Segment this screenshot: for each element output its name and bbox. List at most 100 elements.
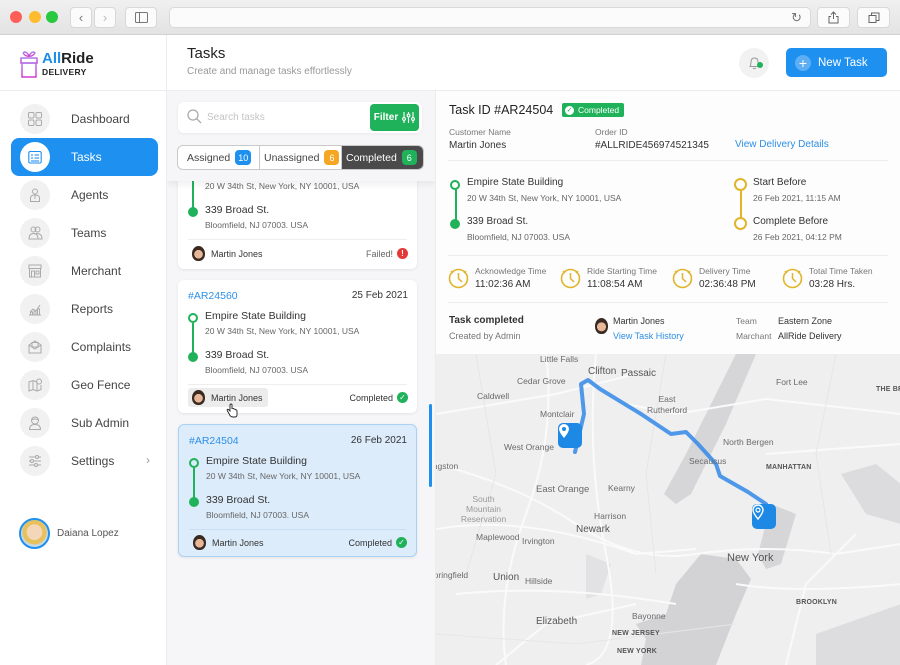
task-date: 25 Feb 2021	[351, 290, 408, 301]
close-window-button[interactable]	[10, 11, 22, 23]
notifications-button[interactable]	[739, 48, 769, 78]
map-label: Montclair	[540, 409, 575, 419]
map-label: Livingston	[436, 461, 459, 471]
view-task-history-link[interactable]: View Task History	[613, 331, 684, 341]
map-label: Maplewood	[476, 532, 520, 542]
complete-before-value: 26 Feb 2021, 04:12 PM	[753, 232, 842, 242]
agent-name: Martin Jones	[211, 248, 263, 259]
tab-label: Completed	[346, 151, 397, 164]
filter-label: Filter	[373, 112, 399, 123]
location-pin-icon	[752, 504, 764, 520]
section-divider	[448, 160, 888, 161]
dropoff-pin[interactable]	[752, 504, 776, 529]
task-card[interactable]: #AR24560 25 Feb 2021 Empire State Buildi…	[178, 280, 417, 418]
agent-icon	[20, 180, 50, 210]
sidebar-item-label: Settings	[71, 454, 115, 468]
filter-sliders-icon	[402, 112, 416, 123]
sidebar-item-tasks[interactable]: Tasks	[11, 138, 158, 176]
tabs-overview-button[interactable]	[857, 7, 890, 28]
map-label: Union	[493, 572, 520, 583]
list-scrollbar[interactable]	[429, 404, 432, 487]
agent-chip[interactable]: Martin Jones	[188, 244, 268, 263]
maximize-window-button[interactable]	[46, 11, 58, 23]
sidebar-item-sub-admin[interactable]: Sub Admin	[11, 404, 158, 442]
sidebar-item-agents[interactable]: Agents	[11, 176, 158, 214]
start-before-value: 26 Feb 2021, 11:15 AM	[753, 193, 841, 203]
address-bar[interactable]: ↻	[169, 7, 811, 28]
sidebar-item-label: Geo Fence	[71, 378, 131, 392]
user-avatar	[19, 518, 50, 549]
timer-value: 11:02:36 AM	[475, 279, 531, 290]
pickup-pin[interactable]	[558, 423, 582, 448]
sidebar-item-merchant[interactable]: Merchant	[11, 252, 158, 290]
page-subtitle: Create and manage tasks effortlessly	[187, 66, 352, 77]
tab-unassigned[interactable]: Unassigned 6	[260, 146, 342, 169]
error-icon: !	[397, 248, 408, 259]
clock-icon	[672, 268, 693, 289]
timer-label: Total Time Taken	[809, 266, 873, 276]
task-status-title: Task completed	[449, 315, 524, 326]
order-id-label: Order ID	[595, 127, 628, 137]
map-label: Little Falls	[540, 354, 579, 364]
sidebar-item-teams[interactable]: Teams	[11, 214, 158, 252]
tab-completed[interactable]: Completed 6	[342, 146, 423, 169]
sidebar-toggle-button[interactable]	[125, 7, 157, 28]
sidebar-item-label: Complaints	[71, 340, 132, 354]
task-id-link[interactable]: #AR24560	[188, 290, 238, 302]
map-label: Kearny	[608, 483, 635, 493]
dropoff-dot-icon	[188, 352, 198, 362]
brand-logo[interactable]: AllRide DELIVERY	[19, 47, 94, 81]
team-label: Team	[736, 316, 757, 326]
route-map[interactable]: Little Falls Clifton Passaic Cedar Grove…	[435, 354, 900, 665]
dropoff-address: Bloomfield, NJ 07003. USA	[205, 365, 308, 375]
minimize-window-button[interactable]	[29, 11, 41, 23]
brand-name-part2: Ride	[61, 50, 94, 68]
sidebar-nav: Dashboard Tasks Agents Teams Merchant Re…	[11, 100, 158, 480]
clock-icon	[782, 268, 803, 289]
team-value: Eastern Zone	[778, 316, 833, 326]
tab-count-badge: 10	[235, 150, 252, 165]
team-icon	[20, 218, 50, 248]
timer-label: Delivery Time	[699, 266, 751, 276]
tab-assigned[interactable]: Assigned 10	[178, 146, 260, 169]
chart-icon	[20, 294, 50, 324]
task-status: Completed ✓	[348, 537, 407, 548]
map-label: Passaic	[621, 368, 657, 379]
brand-name-part1: All	[42, 50, 62, 68]
map-label: Clifton	[588, 366, 617, 377]
sidebar-item-geo-fence[interactable]: Geo Fence	[11, 366, 158, 404]
pickup-address: 20 W 34th St, New York, NY 10001, USA	[467, 193, 622, 203]
sidebar-item-label: Sub Admin	[71, 416, 130, 430]
status-badge: ✓ Completed	[562, 103, 625, 117]
store-icon	[20, 256, 50, 286]
new-task-button[interactable]: + New Task	[786, 48, 887, 77]
dropoff-name: 339 Broad St.	[205, 349, 270, 361]
map-label: Springfield	[436, 570, 469, 580]
agent-chip[interactable]: Martin Jones	[189, 533, 269, 552]
task-card-selected[interactable]: #AR24504 26 Feb 2021 Empire State Buildi…	[178, 424, 417, 557]
search-input[interactable]	[207, 109, 367, 126]
sidebar-toggle-icon	[134, 12, 148, 23]
timer-value: 11:08:54 AM	[587, 279, 643, 290]
user-profile[interactable]: Daiana Lopez	[19, 518, 119, 549]
task-id-link[interactable]: #AR24504	[189, 435, 239, 447]
pickup-address: 20 W 34th St, New York, NY 10001, USA	[205, 326, 360, 336]
sidebar-item-settings[interactable]: Settings ›	[11, 442, 158, 480]
filter-button[interactable]: Filter	[370, 104, 419, 131]
merchant-value: AllRide Delivery	[778, 331, 842, 341]
status-label: Failed!	[365, 248, 393, 259]
sidebar-item-complaints[interactable]: Complaints	[11, 328, 158, 366]
task-detail-title: Task ID #AR24504	[449, 103, 554, 117]
share-button[interactable]	[817, 7, 850, 28]
back-button[interactable]: ‹	[70, 7, 92, 28]
task-date: 26 Feb 2021	[350, 435, 407, 446]
sidebar-item-dashboard[interactable]: Dashboard	[11, 100, 158, 138]
map-label: Bayonne	[632, 611, 666, 621]
sidebar-item-reports[interactable]: Reports	[11, 290, 158, 328]
pickup-dot-icon	[189, 458, 199, 468]
forward-button[interactable]: ›	[94, 7, 116, 28]
view-delivery-details-link[interactable]: View Delivery Details	[735, 139, 829, 150]
map-label: NEW JERSEY	[612, 630, 660, 637]
tab-count-badge: 6	[401, 150, 417, 165]
reload-icon[interactable]: ↻	[791, 10, 802, 26]
